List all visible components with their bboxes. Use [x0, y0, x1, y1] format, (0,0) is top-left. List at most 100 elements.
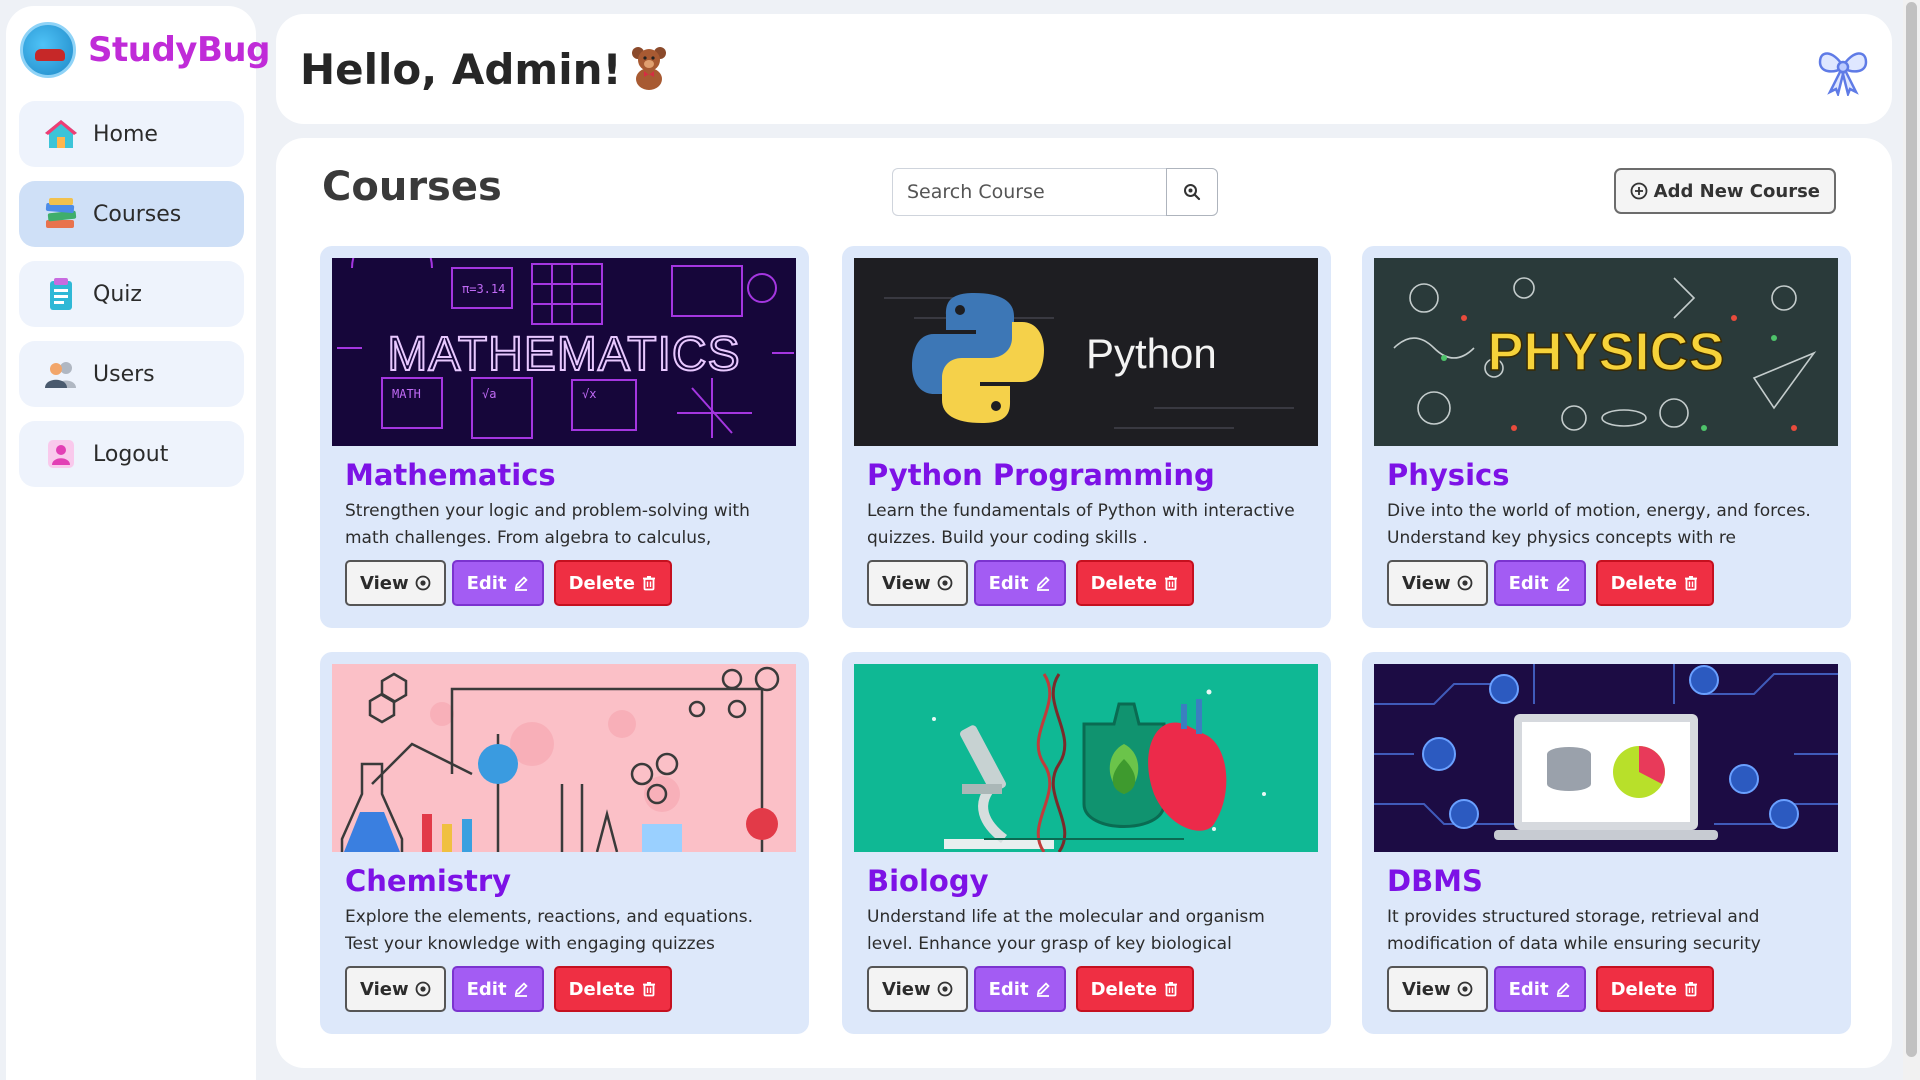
sidebar-item-label: Logout — [93, 441, 169, 467]
course-actions: View Edit Delete — [345, 560, 678, 606]
course-card: PHYSICS Physics Dive into the world of m… — [1362, 246, 1851, 628]
course-image[interactable]: π=3.14 MATH √a √x MATHEMATICS — [332, 258, 796, 446]
delete-label: Delete — [1090, 978, 1157, 1000]
image-caption-text: Python — [1086, 330, 1217, 377]
view-button[interactable]: View — [345, 966, 446, 1012]
course-title: Python Programming — [867, 458, 1215, 492]
edit-label: Edit — [1508, 572, 1549, 594]
greeting-text: Hello, Admin! — [300, 45, 622, 94]
view-button[interactable]: View — [867, 966, 968, 1012]
delete-button[interactable]: Delete — [1595, 560, 1714, 606]
sidebar-item-quiz[interactable]: Quiz — [19, 261, 244, 327]
delete-label: Delete — [1610, 978, 1677, 1000]
delete-label: Delete — [568, 978, 635, 1000]
python-illustration: Python — [854, 258, 1318, 446]
edit-label: Edit — [988, 572, 1029, 594]
search-input[interactable] — [892, 168, 1166, 216]
course-description: It provides structured storage, retrieva… — [1387, 907, 1761, 954]
edit-label: Edit — [466, 978, 507, 1000]
logout-icon — [48, 440, 74, 468]
course-description: Learn the fundamentals of Python with in… — [867, 501, 1295, 548]
users-icon — [45, 362, 76, 388]
edit-label: Edit — [466, 572, 507, 594]
clipboard-icon — [50, 278, 72, 310]
course-title: DBMS — [1387, 864, 1483, 898]
sidebar-item-home[interactable]: Home — [19, 101, 244, 167]
search-button[interactable] — [1166, 168, 1218, 216]
delete-button[interactable]: Delete — [1595, 966, 1714, 1012]
search-bar — [892, 168, 1218, 216]
trash-icon — [1164, 576, 1177, 591]
course-card: Chemistry Explore the elements, reaction… — [320, 652, 809, 1034]
sidebar-item-label: Quiz — [93, 281, 142, 307]
course-title: Mathematics — [345, 458, 556, 492]
edit-button[interactable]: Edit — [451, 966, 544, 1012]
course-image[interactable] — [1374, 664, 1838, 852]
trash-icon — [1164, 982, 1177, 997]
ribbon-bow-icon[interactable] — [1816, 44, 1870, 96]
top-header: Hello, Admin! — [276, 14, 1892, 124]
eye-icon — [415, 575, 431, 591]
delete-label: Delete — [568, 572, 635, 594]
pencil-icon — [514, 982, 528, 997]
view-button[interactable]: View — [867, 560, 968, 606]
edit-button[interactable]: Edit — [451, 560, 544, 606]
view-label: View — [882, 572, 931, 594]
delete-button[interactable]: Delete — [553, 966, 672, 1012]
sidebar-item-label: Home — [93, 121, 158, 147]
pencil-icon — [1556, 576, 1570, 591]
course-description: Understand life at the molecular and org… — [867, 907, 1265, 954]
edit-button[interactable]: Edit — [1493, 966, 1586, 1012]
view-button[interactable]: View — [1387, 560, 1488, 606]
course-title: Physics — [1387, 458, 1510, 492]
course-image[interactable]: PHYSICS — [1374, 258, 1838, 446]
course-card: Biology Understand life at the molecular… — [842, 652, 1331, 1034]
sidebar-item-users[interactable]: Users — [19, 341, 244, 407]
eye-icon — [415, 981, 431, 997]
edit-button[interactable]: Edit — [973, 966, 1066, 1012]
sidebar-item-courses[interactable]: Courses — [19, 181, 244, 247]
course-card: Python Python Programming Learn the fund… — [842, 246, 1331, 628]
course-title: Biology — [867, 864, 989, 898]
trash-icon — [642, 982, 655, 997]
delete-button[interactable]: Delete — [1075, 966, 1194, 1012]
view-button[interactable]: View — [345, 560, 446, 606]
add-new-course-button[interactable]: Add New Course — [1613, 168, 1836, 214]
eye-icon — [937, 575, 953, 591]
courses-panel: Courses Add New Course — [276, 138, 1892, 1068]
edit-button[interactable]: Edit — [1493, 560, 1586, 606]
svg-text:π=3.14: π=3.14 — [462, 282, 505, 296]
home-icon — [45, 120, 77, 148]
physics-illustration: PHYSICS — [1374, 258, 1838, 446]
eye-icon — [1457, 575, 1473, 591]
view-label: View — [360, 978, 409, 1000]
page-scrollbar[interactable] — [1903, 0, 1920, 1080]
sidebar-item-logout[interactable]: Logout — [19, 421, 244, 487]
delete-label: Delete — [1610, 572, 1677, 594]
pencil-icon — [1556, 982, 1570, 997]
eye-icon — [937, 981, 953, 997]
biology-illustration — [854, 664, 1318, 852]
course-image[interactable] — [332, 664, 796, 852]
view-button[interactable]: View — [1387, 966, 1488, 1012]
sidebar-item-label: Users — [93, 361, 155, 387]
scrollbar-thumb[interactable] — [1906, 2, 1917, 1057]
edit-button[interactable]: Edit — [973, 560, 1066, 606]
pencil-icon — [1036, 982, 1050, 997]
course-card: DBMS It provides structured storage, ret… — [1362, 652, 1851, 1034]
course-image[interactable]: Python — [854, 258, 1318, 446]
course-actions: View Edit Delete — [867, 966, 1200, 1012]
pencil-icon — [1036, 576, 1050, 591]
course-image[interactable] — [854, 664, 1318, 852]
mathematics-illustration: π=3.14 MATH √a √x MATHEMATICS — [332, 258, 796, 446]
trash-icon — [1684, 982, 1697, 997]
svg-text:√a: √a — [482, 387, 496, 401]
course-grid: π=3.14 MATH √a √x MATHEMATICS Mathematic… — [320, 246, 1851, 1046]
delete-button[interactable]: Delete — [553, 560, 672, 606]
greeting: Hello, Admin! — [300, 44, 672, 94]
brand[interactable]: StudyBug — [20, 22, 270, 78]
delete-button[interactable]: Delete — [1075, 560, 1194, 606]
delete-label: Delete — [1090, 572, 1157, 594]
plus-circle-icon — [1630, 182, 1648, 200]
eye-icon — [1457, 981, 1473, 997]
